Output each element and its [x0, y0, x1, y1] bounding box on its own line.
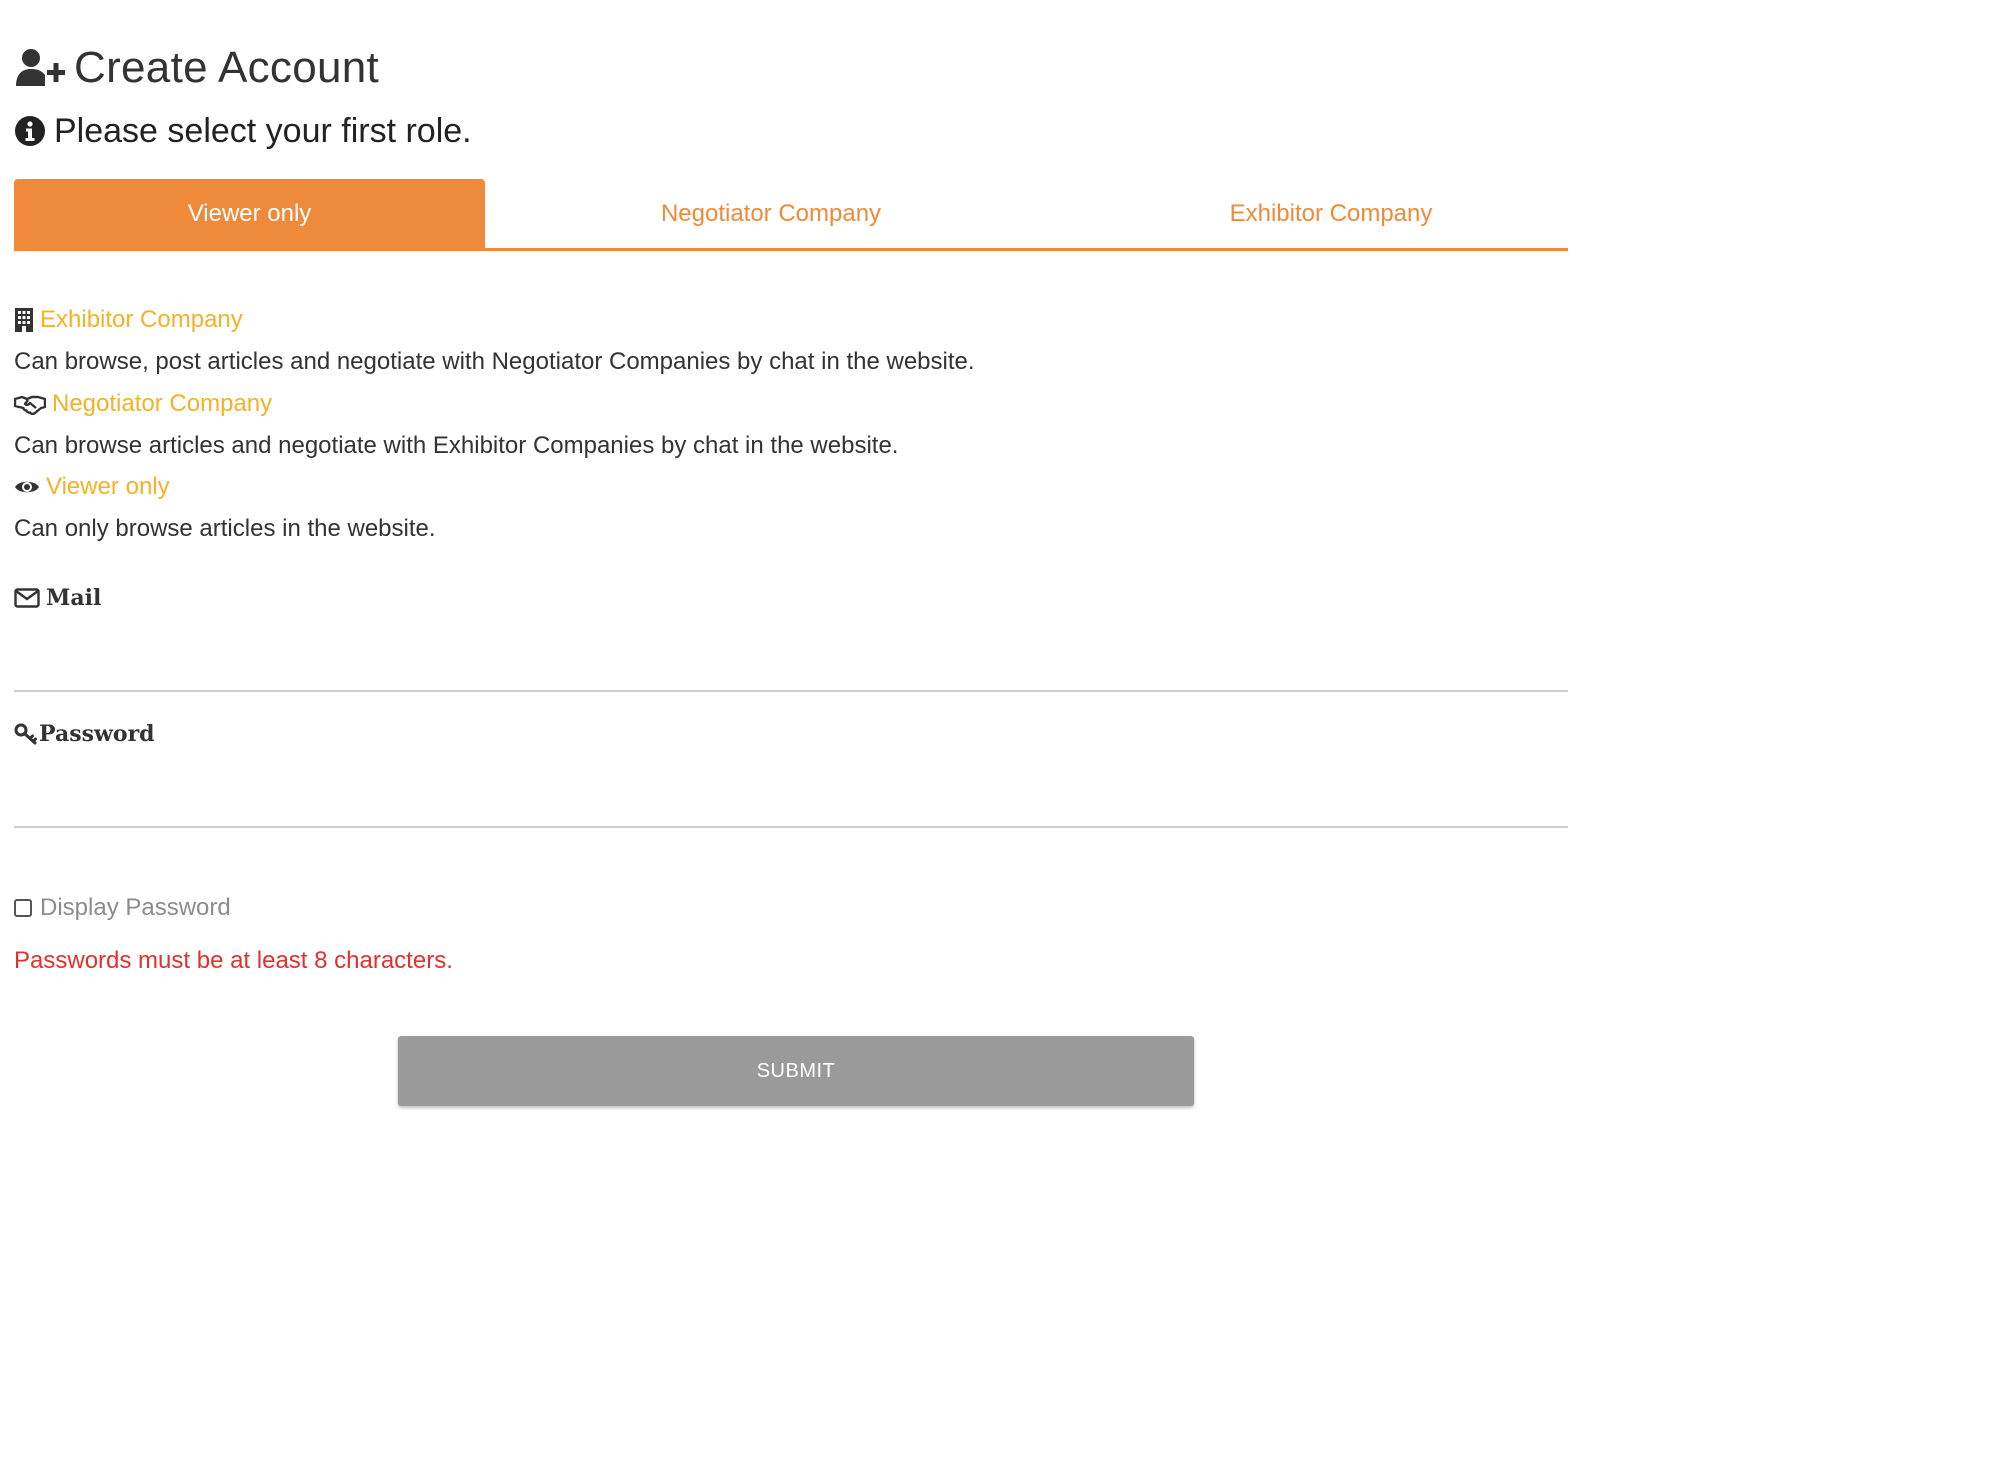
role-description: Can browse articles and negotiate with E… — [14, 432, 899, 459]
key-icon — [14, 723, 38, 745]
role-title: Negotiator Company — [52, 390, 273, 417]
display-password-checkbox[interactable] — [14, 899, 32, 917]
user-plus-icon — [16, 49, 65, 86]
role-tabs: Viewer only Negotiator Company Exhibitor… — [14, 179, 1568, 251]
role-instruction-text: Please select your first role. — [54, 111, 472, 150]
page-title-text: Create Account — [74, 43, 380, 92]
display-password-label: Display Password — [40, 894, 231, 921]
role-heading-viewer: Viewer only — [14, 471, 170, 503]
mail-input[interactable] — [14, 642, 1568, 692]
password-label: Password — [14, 718, 155, 750]
display-password-toggle[interactable]: Display Password — [14, 890, 231, 926]
password-label-text: Password — [39, 721, 155, 747]
handshake-icon — [14, 393, 46, 415]
password-error-message: Passwords must be at least 8 characters. — [14, 947, 453, 974]
role-description: Can only browse articles in the website. — [14, 515, 436, 542]
tab-viewer-only[interactable]: Viewer only — [14, 179, 485, 248]
role-title: Exhibitor Company — [40, 306, 243, 333]
submit-button[interactable]: SUBMIT — [398, 1036, 1194, 1106]
eye-icon — [14, 478, 40, 496]
mail-label: Mail — [14, 582, 101, 614]
role-heading-negotiator: Negotiator Company — [14, 388, 272, 420]
role-title: Viewer only — [46, 473, 170, 500]
create-account-page: Create Account Please select your first … — [14, 0, 1568, 1130]
role-instruction: Please select your first role. — [14, 108, 472, 154]
tab-negotiator-company[interactable]: Negotiator Company — [534, 179, 1008, 248]
info-circle-icon — [15, 116, 45, 146]
building-icon — [14, 307, 34, 333]
page-title: Create Account — [14, 40, 379, 96]
mail-label-text: Mail — [46, 585, 102, 611]
role-heading-exhibitor: Exhibitor Company — [14, 304, 243, 336]
role-description: Can browse, post articles and negotiate … — [14, 348, 975, 375]
envelope-icon — [14, 588, 40, 608]
tab-exhibitor-company[interactable]: Exhibitor Company — [1104, 179, 1558, 248]
password-input[interactable] — [14, 778, 1568, 828]
